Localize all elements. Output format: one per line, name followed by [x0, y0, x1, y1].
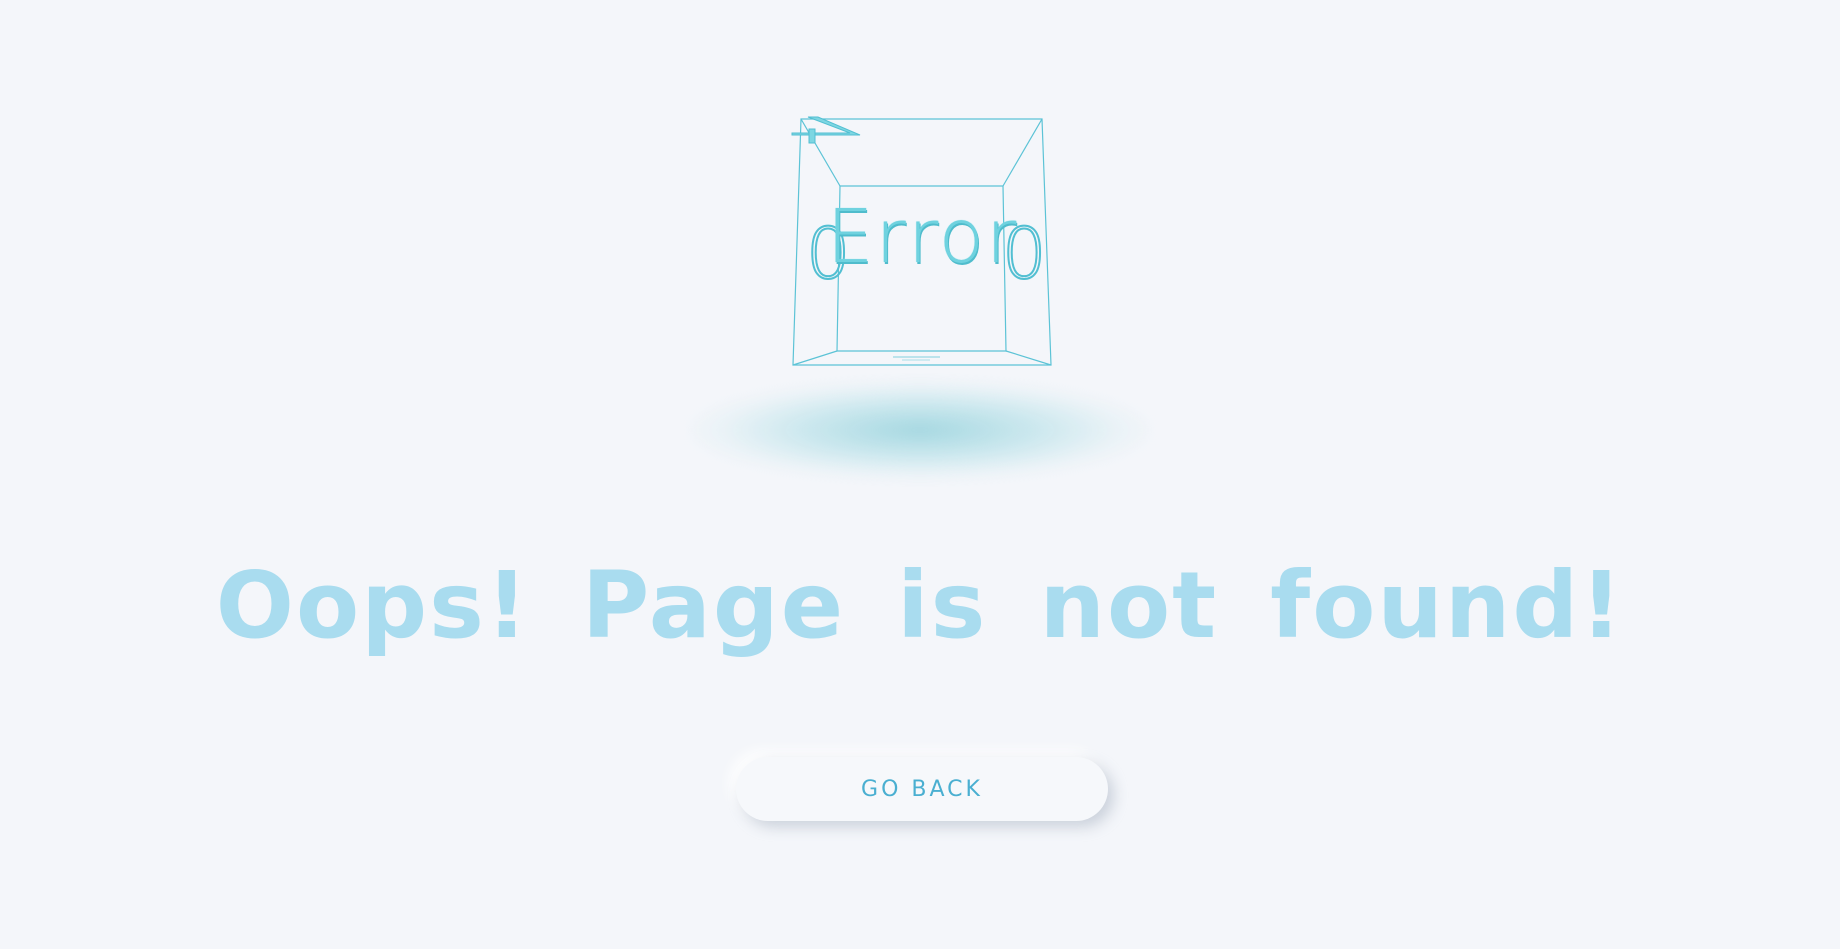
error-cube-graphic: 0 0 Error — [790, 115, 1055, 370]
cube-error-text: Error — [826, 194, 1019, 280]
four-glyph-icon — [791, 116, 861, 144]
page-title: Oops! Page is not found! — [215, 552, 1625, 659]
cube-shadow — [690, 380, 1150, 480]
error-page: 0 0 Error Oops! Page is not found! GO BA… — [0, 0, 1840, 949]
go-back-button[interactable]: GO BACK — [736, 757, 1108, 821]
